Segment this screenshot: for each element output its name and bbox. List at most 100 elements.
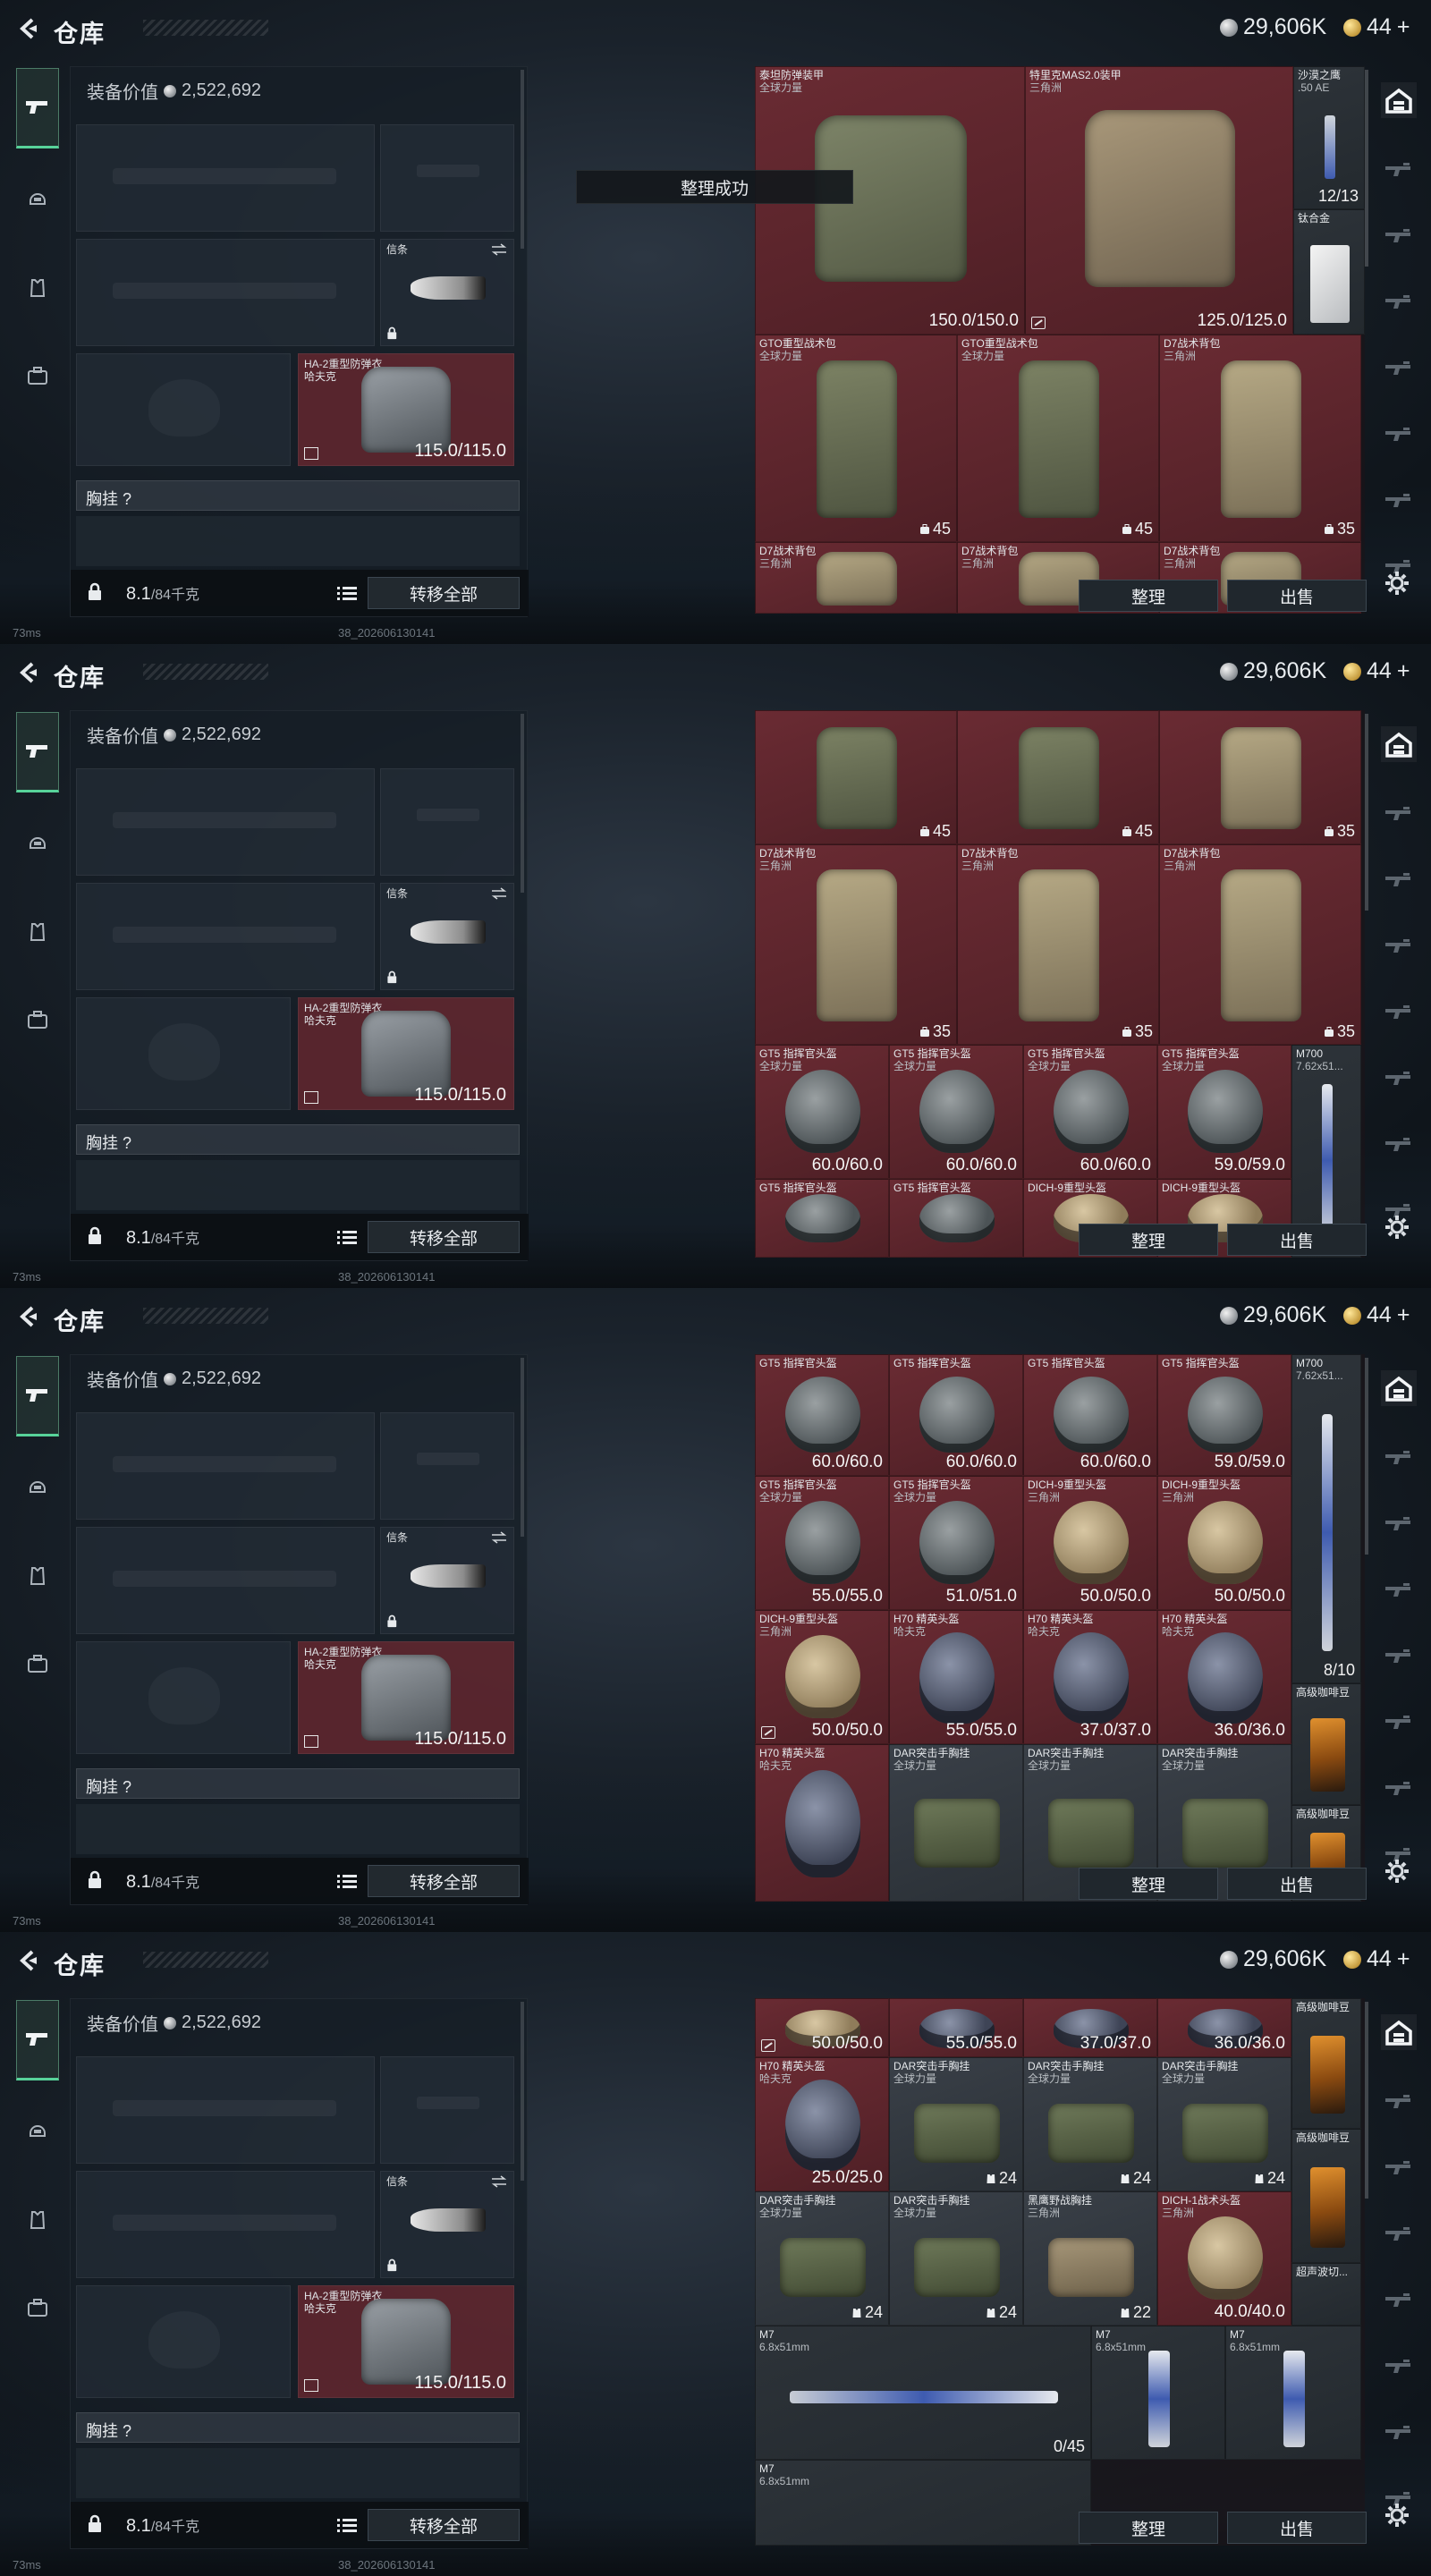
storage-item[interactable]: 超声波切... xyxy=(1291,2263,1361,2326)
storage-item[interactable]: D7战术背包 三角洲 35 xyxy=(755,844,957,1045)
vest-tab-icon[interactable] xyxy=(16,2199,59,2241)
melee-slot[interactable]: 信条 xyxy=(380,1527,514,1634)
loadout-scrollbar[interactable] xyxy=(521,1358,524,1537)
transfer-all-button[interactable]: 转移全部 xyxy=(368,1221,520,1253)
back-arrow-icon[interactable] xyxy=(13,1301,45,1333)
backpack-tab-icon[interactable] xyxy=(16,354,59,397)
backpack-tab-icon[interactable] xyxy=(16,1642,59,1685)
storage-page-tab[interactable] xyxy=(1381,2084,1417,2120)
storage-page-tab[interactable] xyxy=(1381,351,1417,386)
sidearm-slot[interactable] xyxy=(380,768,514,876)
storage-page-tab[interactable] xyxy=(1381,2216,1417,2252)
storage-item[interactable]: GT5 指挥官头盔 全球力量 60.0/60.0 xyxy=(755,1045,889,1179)
list-icon[interactable] xyxy=(334,1868,360,1894)
storage-item[interactable]: DICH-1战术头盔 三角洲 40.0/40.0 xyxy=(1157,2191,1291,2326)
pouch-slot[interactable] xyxy=(76,516,520,566)
storage-item[interactable]: 50.0/50.0 xyxy=(755,1998,889,2057)
storage-page-tab[interactable] xyxy=(1381,796,1417,832)
storage-page-tab[interactable] xyxy=(1381,417,1417,453)
swap-icon[interactable] xyxy=(490,243,508,260)
settings-icon[interactable] xyxy=(1381,1211,1413,1243)
storage-page-tab[interactable] xyxy=(1381,152,1417,188)
storage-page-tab[interactable] xyxy=(1381,928,1417,964)
back-arrow-icon[interactable] xyxy=(13,657,45,689)
sort-button[interactable]: 整理 xyxy=(1079,2512,1218,2544)
storage-scrollbar[interactable] xyxy=(1365,714,1368,911)
storage-item[interactable]: M7 6.8x51mm xyxy=(1091,2326,1225,2460)
storage-scrollbar[interactable] xyxy=(1365,1358,1368,1555)
storage-item[interactable]: GT5 指挥官头盔 全球力量 51.0/51.0 xyxy=(889,1476,1023,1610)
back-arrow-icon[interactable] xyxy=(13,1945,45,1977)
swap-icon[interactable] xyxy=(490,2175,508,2192)
lock-icon[interactable] xyxy=(87,582,103,606)
storage-item[interactable]: GT5 指挥官头盔 60.0/60.0 xyxy=(755,1354,889,1476)
loadout-scrollbar[interactable] xyxy=(521,70,524,249)
storage-item[interactable]: H70 精英头盔 哈夫克 55.0/55.0 xyxy=(889,1610,1023,1744)
transfer-all-button[interactable]: 转移全部 xyxy=(368,1865,520,1897)
storage-item[interactable]: DAR突击手胸挂 全球力量 24 xyxy=(889,2057,1023,2191)
storage-item[interactable]: 35 xyxy=(1159,710,1361,844)
pouch-slot[interactable] xyxy=(76,1804,520,1854)
chest-rig-slot[interactable]: 胸挂 ? xyxy=(76,480,520,511)
storage-scrollbar[interactable] xyxy=(1365,70,1368,267)
storage-page-tab[interactable] xyxy=(1381,284,1417,320)
helmet-slot[interactable] xyxy=(76,2285,291,2398)
storage-item[interactable]: GT5 指挥官头盔 59.0/59.0 xyxy=(1157,1354,1291,1476)
helmet-slot[interactable] xyxy=(76,353,291,466)
storage-icon[interactable] xyxy=(1381,82,1417,118)
silver-currency[interactable]: 29,606K xyxy=(1220,14,1326,40)
sort-button[interactable]: 整理 xyxy=(1079,580,1218,612)
storage-item[interactable]: 高级咖啡豆 xyxy=(1291,2129,1361,2263)
storage-item[interactable]: GT5 指挥官头盔 全球力量 60.0/60.0 xyxy=(889,1045,1023,1179)
helmet-slot[interactable] xyxy=(76,997,291,1110)
storage-item[interactable]: D7战术背包 三角洲 xyxy=(755,542,957,614)
loadout-scrollbar[interactable] xyxy=(521,714,524,893)
storage-item[interactable]: 36.0/36.0 xyxy=(1157,1998,1291,2057)
pistol-tab-icon[interactable] xyxy=(16,1356,59,1436)
silver-currency[interactable]: 29,606K xyxy=(1220,1302,1326,1328)
settings-icon[interactable] xyxy=(1381,1855,1413,1887)
storage-scrollbar[interactable] xyxy=(1365,2002,1368,2199)
chest-rig-slot[interactable]: 胸挂 ? xyxy=(76,1768,520,1799)
storage-item[interactable]: DICH-9重型头盔 三角洲 50.0/50.0 xyxy=(1023,1476,1157,1610)
storage-item[interactable]: H70 精英头盔 哈夫克 37.0/37.0 xyxy=(1023,1610,1157,1744)
storage-item[interactable]: 37.0/37.0 xyxy=(1023,1998,1157,2057)
storage-item[interactable]: GT5 指挥官头盔 60.0/60.0 xyxy=(1023,1354,1157,1476)
storage-item[interactable]: 高级咖啡豆 xyxy=(1291,1998,1361,2129)
storage-page-tab[interactable] xyxy=(1381,1771,1417,1807)
storage-item[interactable]: GT5 指挥官头盔 xyxy=(755,1179,889,1258)
storage-item[interactable]: GTO重型战术包 全球力量 45 xyxy=(755,335,957,542)
storage-icon[interactable] xyxy=(1381,2014,1417,2050)
backpack-tab-icon[interactable] xyxy=(16,2286,59,2329)
storage-item[interactable]: M7 6.8x51mm xyxy=(1225,2326,1361,2460)
settings-icon[interactable] xyxy=(1381,567,1413,599)
storage-page-tab[interactable] xyxy=(1381,2415,1417,2451)
storage-item[interactable]: GT5 指挥官头盔 xyxy=(889,1179,1023,1258)
storage-item[interactable]: 45 xyxy=(957,710,1159,844)
list-icon[interactable] xyxy=(334,580,360,606)
storage-item[interactable]: DAR突击手胸挂 全球力量 24 xyxy=(1157,2057,1291,2191)
secondary-weapon-slot[interactable] xyxy=(76,1527,375,1634)
storage-page-tab[interactable] xyxy=(1381,1440,1417,1476)
pistol-tab-icon[interactable] xyxy=(16,68,59,148)
armor-slot[interactable]: HA-2重型防弹衣 哈夫克 115.0/115.0 xyxy=(298,353,514,466)
storage-item[interactable]: M700 7.62x51... 8/10 xyxy=(1291,1354,1361,1683)
storage-item[interactable]: H70 精英头盔 哈夫克 36.0/36.0 xyxy=(1157,1610,1291,1744)
back-arrow-icon[interactable] xyxy=(13,13,45,45)
chest-rig-slot[interactable]: 胸挂 ? xyxy=(76,2412,520,2443)
storage-page-tab[interactable] xyxy=(1381,1506,1417,1542)
sidearm-slot[interactable] xyxy=(380,2056,514,2164)
helmet-tab-icon[interactable] xyxy=(16,1465,59,1508)
storage-item[interactable]: 特里克MAS2.0装甲 三角洲 125.0/125.0 xyxy=(1025,66,1293,335)
storage-item[interactable]: DICH-9重型头盔 三角洲 50.0/50.0 xyxy=(755,1610,889,1744)
sort-button[interactable]: 整理 xyxy=(1079,1868,1218,1900)
list-icon[interactable] xyxy=(334,2512,360,2538)
storage-item[interactable]: H70 精英头盔 哈夫克 25.0/25.0 xyxy=(755,2057,889,2191)
storage-item[interactable]: GT5 指挥官头盔 全球力量 60.0/60.0 xyxy=(1023,1045,1157,1179)
storage-item[interactable]: D7战术背包 三角洲 35 xyxy=(957,844,1159,1045)
sidearm-slot[interactable] xyxy=(380,124,514,232)
sell-button[interactable]: 出售 xyxy=(1227,1224,1367,1256)
storage-page-tab[interactable] xyxy=(1381,862,1417,898)
list-icon[interactable] xyxy=(334,1224,360,1250)
vest-tab-icon[interactable] xyxy=(16,911,59,953)
